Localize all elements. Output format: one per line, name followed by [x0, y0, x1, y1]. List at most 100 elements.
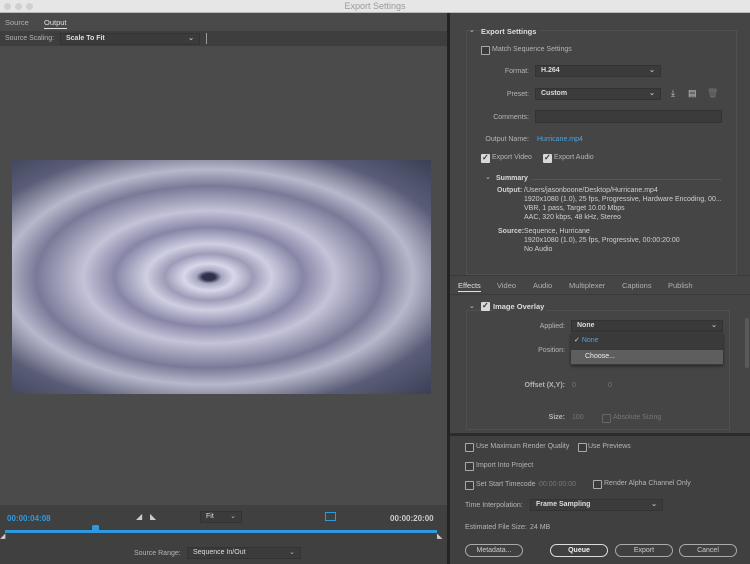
- summary-divider: [532, 179, 722, 180]
- tab-multiplexer[interactable]: Multiplexer: [569, 281, 605, 290]
- zoom-select[interactable]: Fit ⌄: [200, 511, 242, 523]
- effects-tab-bar: Effects Video Audio Multiplexer Captions…: [450, 275, 750, 295]
- offset-y-value[interactable]: 0: [608, 382, 612, 389]
- current-time[interactable]: 00:00:04:08: [7, 514, 51, 523]
- format-select[interactable]: H.264 ⌄: [535, 65, 661, 77]
- tab-video[interactable]: Video: [497, 281, 516, 290]
- chevron-down-icon: ⌄: [651, 501, 657, 508]
- dropdown-option-none[interactable]: ✓ None: [571, 334, 723, 347]
- summary-line: No Audio: [524, 246, 553, 253]
- summary-source-label: Source:: [498, 228, 525, 235]
- offset-x-value[interactable]: 0: [572, 382, 576, 389]
- image-overlay-checkbox[interactable]: [481, 301, 490, 311]
- timeline-track[interactable]: [5, 530, 437, 533]
- applied-value: None: [577, 322, 595, 329]
- source-range-select[interactable]: Sequence In/Out ⌄: [187, 547, 301, 559]
- time-interpolation-label: Time Interpolation:: [465, 502, 523, 509]
- render-alpha-label: Render Alpha Channel Only: [604, 480, 691, 487]
- export-video-label: Export Video: [492, 154, 532, 161]
- export-settings-heading: Export Settings: [481, 27, 540, 36]
- mark-in-icon[interactable]: ◢: [136, 512, 142, 521]
- option-label: None: [581, 337, 599, 344]
- export-video-checkbox[interactable]: [481, 153, 490, 163]
- queue-button[interactable]: Queue: [550, 544, 608, 557]
- start-timecode-value[interactable]: 00:00:00:00: [539, 481, 576, 488]
- time-interpolation-value: Frame Sampling: [536, 501, 591, 508]
- metadata-button[interactable]: Metadata...: [465, 544, 523, 557]
- timeline-controls: 00:00:04:08 ◢ ◣ Fit ⌄ 00:00:20:00 ◢ ◣ Sou…: [0, 505, 447, 564]
- chevron-down-icon[interactable]: ⌄: [469, 302, 475, 310]
- comments-input[interactable]: [535, 110, 722, 123]
- time-interpolation-select[interactable]: Frame Sampling ⌄: [530, 499, 663, 511]
- chevron-down-icon: ⌄: [188, 35, 194, 42]
- absolute-sizing-checkbox[interactable]: [602, 414, 611, 423]
- applied-select[interactable]: None ⌄: [571, 320, 723, 332]
- export-audio-label: Export Audio: [554, 154, 594, 161]
- out-point-handle[interactable]: ◣: [437, 532, 442, 540]
- chevron-down-icon: ⌄: [649, 90, 655, 97]
- tab-captions[interactable]: Captions: [622, 281, 652, 290]
- scrollbar[interactable]: [745, 318, 749, 368]
- video-frame: [12, 160, 431, 394]
- summary-heading: Summary: [496, 175, 528, 182]
- summary-output-lines: /Users/jasonboone/Desktop/Hurricane.mp4 …: [524, 186, 722, 222]
- absolute-sizing-label: Absolute Sizing: [613, 414, 662, 421]
- delete-preset-icon[interactable]: 🗑: [707, 88, 718, 99]
- checkmark-icon: ✓: [574, 337, 582, 344]
- export-button[interactable]: Export: [615, 544, 673, 557]
- match-sequence-checkbox[interactable]: [481, 46, 490, 55]
- import-project-checkbox[interactable]: [465, 462, 474, 471]
- tab-output[interactable]: Output: [44, 18, 67, 29]
- dropdown-option-choose[interactable]: Choose...: [571, 350, 723, 364]
- output-name-link[interactable]: Hurricane.mp4: [537, 136, 583, 143]
- preview-panel: Source Output Source Scaling: Scale To F…: [0, 13, 447, 564]
- size-label: Size:: [548, 414, 565, 421]
- aspect-ratio-icon[interactable]: [325, 512, 336, 521]
- preset-select[interactable]: Custom ⌄: [535, 88, 661, 100]
- source-range-label: Source Range:: [134, 550, 181, 557]
- tab-effects[interactable]: Effects: [458, 281, 481, 292]
- render-alpha-checkbox[interactable]: [593, 480, 602, 489]
- use-previews-label: Use Previews: [588, 443, 631, 450]
- applied-label: Applied:: [539, 323, 565, 330]
- start-timecode-label: Set Start Timecode: [476, 481, 536, 488]
- preset-label: Preset:: [506, 91, 529, 98]
- export-options: Use Maximum Render Quality Use Previews …: [450, 433, 750, 564]
- offset-label: Offset (X,Y):: [524, 382, 565, 389]
- start-timecode-checkbox[interactable]: [465, 481, 474, 490]
- summary-output-label: Output:: [497, 187, 523, 194]
- scaling-bar: Source Scaling: Scale To Fit ⌄: [0, 31, 447, 46]
- output-name-label: Output Name:: [485, 136, 529, 143]
- summary-line: AAC, 320 kbps, 48 kHz, Stereo: [524, 214, 621, 221]
- chevron-down-icon: ⌄: [230, 513, 236, 520]
- image-overlay-heading: Image Overlay: [493, 302, 548, 311]
- tab-audio[interactable]: Audio: [533, 281, 552, 290]
- chevron-down-icon[interactable]: ⌄: [469, 26, 475, 34]
- comments-label: Comments:: [493, 114, 529, 121]
- use-previews-checkbox[interactable]: [578, 443, 587, 452]
- chevron-down-icon: ⌄: [649, 67, 655, 74]
- summary-line: 1920x1080 (1.0), 25 fps, Progressive, Ha…: [524, 196, 722, 203]
- cancel-button[interactable]: Cancel: [679, 544, 737, 557]
- in-point-handle[interactable]: ◢: [0, 532, 5, 540]
- import-project-label: Import Into Project: [476, 462, 534, 469]
- export-audio-checkbox[interactable]: [543, 153, 552, 163]
- window-title: Export Settings: [344, 1, 406, 11]
- applied-dropdown-menu: ✓ None Choose...: [571, 333, 723, 365]
- zoom-value: Fit: [206, 513, 214, 520]
- max-render-checkbox[interactable]: [465, 443, 474, 452]
- size-value[interactable]: 100: [572, 414, 584, 421]
- tab-publish[interactable]: Publish: [668, 281, 693, 290]
- tab-source[interactable]: Source: [5, 18, 29, 27]
- import-preset-icon[interactable]: ▤: [688, 88, 697, 99]
- format-value: H.264: [541, 67, 560, 74]
- save-preset-icon[interactable]: ⤓: [671, 88, 675, 99]
- divider: [206, 33, 207, 44]
- source-scaling-label: Source Scaling:: [5, 35, 55, 42]
- source-range-value: Sequence In/Out: [193, 549, 246, 556]
- mark-out-icon[interactable]: ◣: [150, 512, 156, 521]
- source-scaling-select[interactable]: Scale To Fit ⌄: [60, 33, 200, 45]
- chevron-down-icon[interactable]: ⌄: [485, 173, 491, 181]
- summary-line: /Users/jasonboone/Desktop/Hurricane.mp4: [524, 187, 658, 194]
- summary-line: 1920x1080 (1.0), 25 fps, Progressive, 00…: [524, 237, 680, 244]
